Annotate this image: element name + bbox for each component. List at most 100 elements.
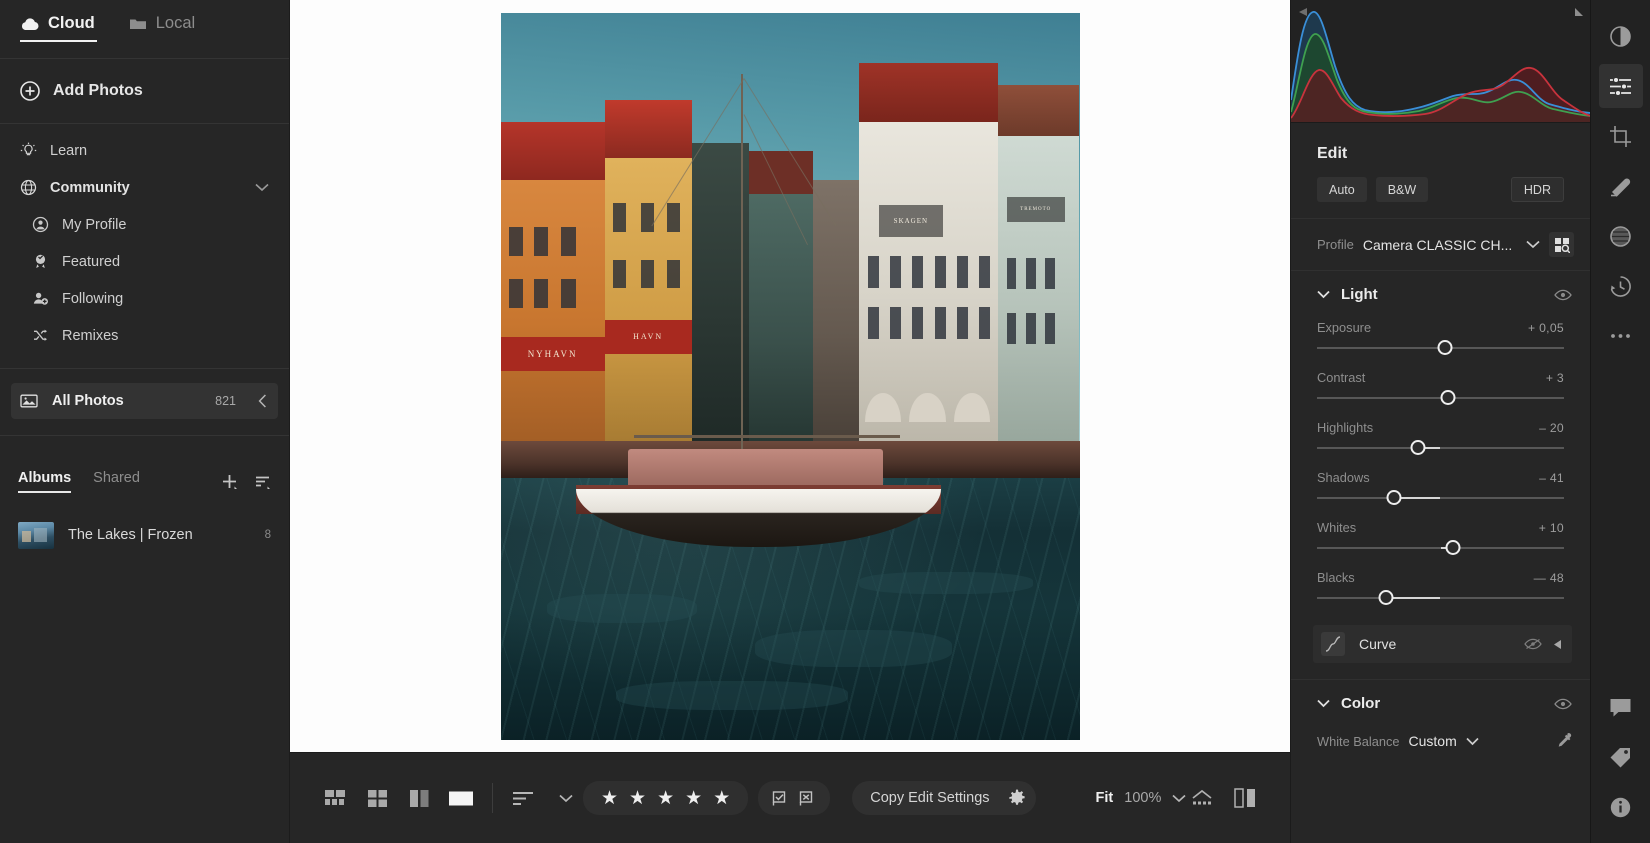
white-balance-row[interactable]: White Balance Custom <box>1291 716 1590 750</box>
histogram-curves <box>1291 0 1590 123</box>
sidebar-item-my-profile[interactable]: My Profile <box>0 206 289 243</box>
star-5[interactable]: ★ <box>713 787 730 810</box>
chevron-down-icon[interactable] <box>1172 794 1186 803</box>
sidebar-item-community[interactable]: Community <box>0 169 289 206</box>
chevron-down-icon[interactable] <box>255 183 269 192</box>
auto-label: Auto <box>1329 183 1355 197</box>
more-options-icon[interactable] <box>1599 314 1643 358</box>
edit-sliders-icon[interactable] <box>1599 64 1643 108</box>
tab-albums[interactable]: Albums <box>18 470 71 493</box>
photo-frame[interactable]: SKAGEN <box>501 13 1080 740</box>
copy-edit-settings-button[interactable]: Copy Edit Settings <box>852 781 1035 815</box>
histogram[interactable] <box>1291 0 1590 123</box>
building-roof <box>501 122 605 180</box>
slider-exposure[interactable]: Exposure + 0,05 <box>1317 307 1564 357</box>
boat-boom <box>634 435 900 438</box>
info-icon[interactable] <box>1599 785 1643 829</box>
tab-shared[interactable]: Shared <box>93 470 140 493</box>
sidebar-item-all-photos[interactable]: All Photos 821 <box>11 383 278 419</box>
chevron-left-icon[interactable] <box>258 394 267 408</box>
sort-lines-icon[interactable] <box>507 783 541 813</box>
compare-icon[interactable] <box>402 783 436 813</box>
auto-button[interactable]: Auto <box>1317 177 1367 202</box>
eye-slash-icon[interactable] <box>1524 638 1542 650</box>
tab-cloud-label: Cloud <box>48 14 95 33</box>
zoom-fit-label[interactable]: Fit <box>1096 790 1114 806</box>
profile-browser-icon[interactable] <box>1549 232 1574 257</box>
rating-stars[interactable]: ★ ★ ★ ★ ★ <box>583 781 748 815</box>
sort-icon[interactable] <box>254 473 271 490</box>
white-balance-value: Custom <box>1409 733 1457 749</box>
single-photo-icon[interactable] <box>444 783 478 813</box>
shadow-clipping-icon[interactable] <box>1298 7 1307 16</box>
grid-detail-icon[interactable] <box>318 783 352 813</box>
grid-icon[interactable] <box>360 783 394 813</box>
plus-circle-icon <box>20 81 40 101</box>
slider-shadows[interactable]: Shadows – 41 <box>1317 457 1564 507</box>
tool-rail <box>1590 0 1650 843</box>
tab-cloud[interactable]: Cloud <box>20 14 95 42</box>
sidebar-item-learn[interactable]: Learn <box>0 132 289 169</box>
sidebar-item-featured[interactable]: Featured <box>0 243 289 280</box>
nyhavn-sign: NYHAVN <box>501 337 605 371</box>
slider-highlights-label: Highlights <box>1317 420 1373 435</box>
before-after-icon[interactable] <box>1234 788 1256 808</box>
slider-whites[interactable]: Whites + 10 <box>1317 507 1564 557</box>
eyedropper-icon[interactable] <box>1556 732 1574 750</box>
color-section-header[interactable]: Color <box>1291 680 1590 716</box>
keywords-tag-icon[interactable] <box>1599 735 1643 779</box>
album-item[interactable]: The Lakes | Frozen 8 <box>0 512 289 558</box>
highlight-clipping-icon[interactable] <box>1574 7 1583 16</box>
chevron-down-icon[interactable] <box>549 783 583 813</box>
zoom-control[interactable]: Fit 100% <box>1096 790 1187 806</box>
star-2[interactable]: ★ <box>629 787 646 810</box>
slider-contrast[interactable]: Contrast + 3 <box>1317 357 1564 407</box>
star-4[interactable]: ★ <box>685 787 702 810</box>
flag-pick-icon[interactable] <box>772 790 789 807</box>
slider-shadows-label: Shadows <box>1317 470 1370 485</box>
color-section-title: Color <box>1341 695 1380 712</box>
hdr-button[interactable]: HDR <box>1511 177 1564 202</box>
gear-icon[interactable] <box>1002 783 1032 813</box>
chevron-down-icon[interactable] <box>1526 240 1540 249</box>
profile-selector[interactable]: Profile Camera CLASSIC CH... <box>1291 219 1590 270</box>
albums-header: Albums Shared <box>0 466 289 496</box>
filmstrip-toggle-icon[interactable] <box>1190 789 1214 807</box>
comments-icon[interactable] <box>1599 685 1643 729</box>
light-section-header[interactable]: Light <box>1291 271 1590 307</box>
all-photos-label: All Photos <box>52 393 124 409</box>
flag-group <box>758 781 830 815</box>
profile-label: Profile <box>1317 237 1354 252</box>
flag-reject-icon[interactable] <box>799 790 816 807</box>
plus-icon[interactable] <box>221 473 238 490</box>
remix-icon <box>32 327 49 344</box>
healing-brush-icon[interactable] <box>1599 164 1643 208</box>
versions-history-icon[interactable] <box>1599 264 1643 308</box>
chevron-down-icon[interactable] <box>1317 290 1330 299</box>
slider-blacks[interactable]: Blacks — 48 <box>1317 557 1564 607</box>
lightroom-window: Cloud Local Add Photos Learn <box>0 0 1650 843</box>
slider-highlights[interactable]: Highlights – 20 <box>1317 407 1564 457</box>
star-1[interactable]: ★ <box>601 787 618 810</box>
slider-whites-value: + 10 <box>1539 521 1564 535</box>
masking-icon[interactable] <box>1599 214 1643 258</box>
bottom-toolbar: ★ ★ ★ ★ ★ Copy Edit Settings <box>290 752 1290 843</box>
tab-local[interactable]: Local <box>129 14 195 42</box>
sidebar-item-remixes[interactable]: Remixes <box>0 317 289 354</box>
sidebar-item-following[interactable]: Following <box>0 280 289 317</box>
add-photos-label: Add Photos <box>53 82 143 100</box>
chevron-down-icon[interactable] <box>1466 737 1479 746</box>
tab-albums-label: Albums <box>18 470 71 486</box>
eye-icon[interactable] <box>1554 289 1572 301</box>
bw-button[interactable]: B&W <box>1376 177 1428 202</box>
chevron-down-icon[interactable] <box>1317 699 1330 708</box>
presets-icon[interactable] <box>1599 14 1643 58</box>
curve-row[interactable]: Curve <box>1313 625 1572 663</box>
sort-control[interactable] <box>507 783 583 813</box>
eye-icon[interactable] <box>1554 698 1572 710</box>
sidebar-item-remixes-label: Remixes <box>62 328 118 344</box>
add-photos-button[interactable]: Add Photos <box>0 59 289 123</box>
crop-icon[interactable] <box>1599 114 1643 158</box>
triangle-left-icon[interactable] <box>1553 639 1562 650</box>
star-3[interactable]: ★ <box>657 787 674 810</box>
